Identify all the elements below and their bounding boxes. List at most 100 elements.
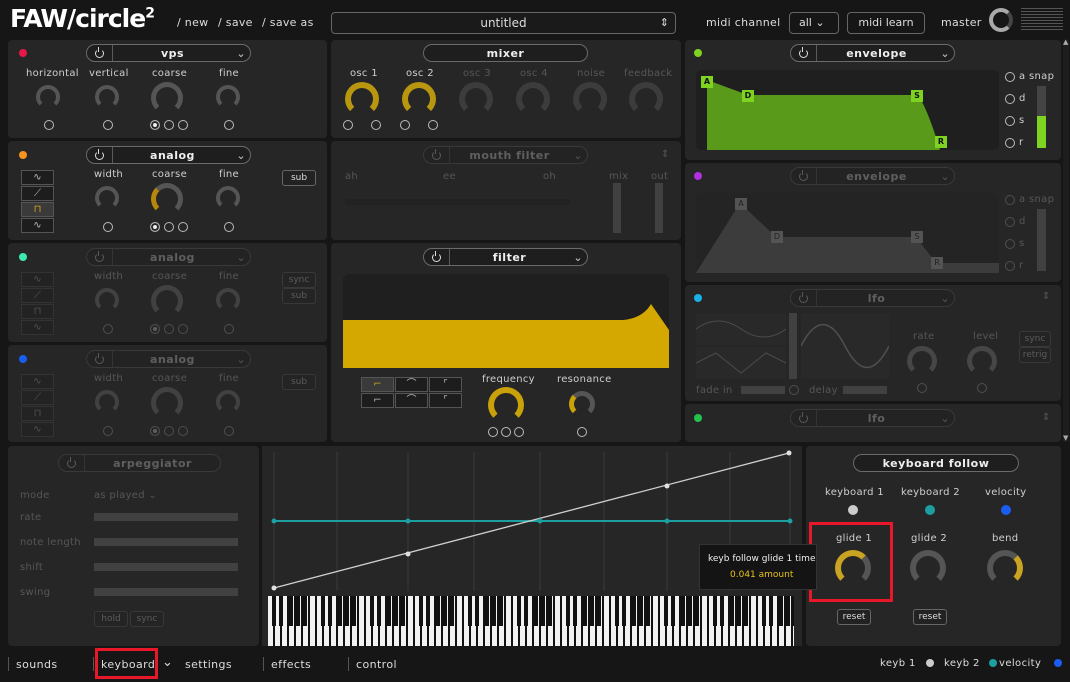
- freq-mod-dot-3[interactable]: [514, 427, 524, 437]
- osc2-route-a[interactable]: [400, 120, 410, 130]
- horizontal-mod-dot[interactable]: [44, 120, 54, 130]
- arp-swing-slider[interactable]: [94, 588, 238, 596]
- env2-opt-s-radio[interactable]: [1005, 239, 1015, 249]
- lfo1-depth-slider[interactable]: [789, 313, 797, 379]
- tab-effects[interactable]: effects: [271, 658, 311, 671]
- osc1-route-a[interactable]: [343, 120, 353, 130]
- keyboard1-source-dot[interactable]: [848, 505, 858, 515]
- power-icon[interactable]: [87, 351, 113, 367]
- arp-hold-button[interactable]: hold: [94, 611, 128, 627]
- coarse-knob[interactable]: [151, 183, 183, 215]
- osc2-header[interactable]: analog ⌄: [86, 146, 251, 164]
- wave-tri-button[interactable]: ∿: [21, 422, 54, 437]
- env2-header[interactable]: envelope ⌄: [790, 167, 955, 185]
- tab-control[interactable]: control: [356, 658, 397, 671]
- level-mod-dot[interactable]: [977, 383, 987, 393]
- chevron-down-icon[interactable]: ⌄: [162, 655, 173, 670]
- highpass2-button[interactable]: ⌜: [429, 393, 462, 408]
- vowel-ah-select[interactable]: ah: [345, 171, 358, 182]
- updown-icon[interactable]: ⇕: [1042, 291, 1051, 302]
- lfo2-header[interactable]: lfo ⌄: [790, 409, 955, 427]
- env1-opt-d-radio[interactable]: [1005, 94, 1015, 104]
- power-icon[interactable]: [87, 45, 113, 61]
- arp-sync-button[interactable]: sync: [130, 611, 164, 627]
- keyboard2-source-dot[interactable]: [925, 505, 935, 515]
- horizontal-knob[interactable]: [36, 85, 60, 109]
- env2-opt-r-radio[interactable]: [1005, 261, 1015, 271]
- osc1-route-b[interactable]: [371, 120, 381, 130]
- fine-mod-dot[interactable]: [224, 120, 234, 130]
- glide1-knob[interactable]: [835, 550, 871, 586]
- wave-square-button[interactable]: ⊓: [21, 304, 54, 319]
- coarse-mod-dot-2[interactable]: [164, 426, 174, 436]
- out-slider[interactable]: [655, 183, 663, 233]
- env1-point-s[interactable]: S: [911, 90, 923, 102]
- wave-square-button[interactable]: ⊓: [21, 406, 54, 421]
- osc2-route-b[interactable]: [428, 120, 438, 130]
- highpass-button[interactable]: ⌜: [429, 377, 462, 392]
- arp-shift-slider[interactable]: [94, 563, 238, 571]
- fine-mod-dot[interactable]: [224, 426, 234, 436]
- lfo1-rate-knob[interactable]: [907, 346, 937, 376]
- lfo1-header[interactable]: lfo ⌄: [790, 289, 955, 307]
- power-icon[interactable]: [424, 147, 450, 163]
- wave-saw-button[interactable]: ⟋: [21, 186, 54, 201]
- wave-tri-button[interactable]: ∿: [21, 218, 54, 233]
- glide1-reset-button[interactable]: reset: [837, 609, 871, 625]
- fine-knob[interactable]: [216, 186, 240, 210]
- power-icon[interactable]: [87, 147, 113, 163]
- power-icon[interactable]: [791, 45, 817, 61]
- glide2-knob[interactable]: [910, 550, 946, 586]
- wave-sine-button[interactable]: ∿: [21, 374, 54, 389]
- coarse-mod-dot-3[interactable]: [178, 426, 188, 436]
- env1-opt-s-radio[interactable]: [1005, 116, 1015, 126]
- coarse-knob[interactable]: [151, 285, 183, 317]
- master-knob[interactable]: [989, 8, 1013, 32]
- coarse-knob[interactable]: [151, 82, 183, 114]
- freq-mod-dot-2[interactable]: [501, 427, 511, 437]
- env2-opt-d-radio[interactable]: [1005, 217, 1015, 227]
- fade-mod-dot[interactable]: [789, 385, 799, 395]
- mouth-filter-header[interactable]: mouth filter ⌄: [423, 146, 588, 164]
- arp-rate-slider[interactable]: [94, 513, 238, 521]
- lfo1-shape-list[interactable]: [696, 313, 786, 379]
- velocity-source-dot[interactable]: [1001, 505, 1011, 515]
- coarse-mod-dot-2[interactable]: [164, 324, 174, 334]
- scrollbar[interactable]: ▲ ▼: [1063, 38, 1069, 442]
- mix-slider[interactable]: [613, 183, 621, 233]
- env2-point-d[interactable]: D: [771, 231, 783, 243]
- fine-knob[interactable]: [216, 390, 240, 414]
- power-icon[interactable]: [87, 249, 113, 265]
- lfo1-retrig-button[interactable]: retrig: [1019, 347, 1051, 363]
- notch-button[interactable]: ⌒: [395, 393, 428, 408]
- delay-slider[interactable]: [843, 386, 887, 394]
- updown-icon[interactable]: ⇕: [661, 149, 670, 160]
- env1-opt-a-radio[interactable]: [1005, 72, 1015, 82]
- lfo1-sync-button[interactable]: sync: [1019, 331, 1051, 347]
- updown-icon[interactable]: ⇕: [1042, 412, 1051, 423]
- env1-opt-r-radio[interactable]: [1005, 138, 1015, 148]
- scroll-down-icon[interactable]: ▼: [1063, 434, 1068, 442]
- env1-level-slider[interactable]: [1037, 86, 1046, 148]
- lfo1-level-knob[interactable]: [967, 346, 997, 376]
- env2-point-a[interactable]: A: [735, 198, 747, 210]
- fine-mod-dot[interactable]: [224, 222, 234, 232]
- midi-channel-select[interactable]: all ⌄: [789, 12, 839, 34]
- power-icon[interactable]: [791, 410, 817, 426]
- frequency-knob[interactable]: [488, 387, 524, 423]
- preset-selector[interactable]: untitled ⇕: [331, 12, 676, 34]
- env1-point-a[interactable]: A: [701, 76, 713, 88]
- mixer-osc2-knob[interactable]: [402, 82, 436, 116]
- sync-button[interactable]: sync: [282, 272, 316, 288]
- wave-saw-button[interactable]: ⟋: [21, 390, 54, 405]
- fine-knob[interactable]: [216, 288, 240, 312]
- arp-mode-select[interactable]: as played ⌄: [94, 490, 157, 501]
- lowpass2-button[interactable]: ⌐: [361, 393, 394, 408]
- mixer-osc1-knob[interactable]: [345, 82, 379, 116]
- power-icon[interactable]: [791, 168, 817, 184]
- width-mod-dot[interactable]: [103, 222, 113, 232]
- env2-opt-a-radio[interactable]: [1005, 195, 1015, 205]
- width-mod-dot[interactable]: [103, 324, 113, 334]
- wave-sine-button[interactable]: ∿: [21, 272, 54, 287]
- filter-header[interactable]: filter ⌄: [423, 248, 588, 266]
